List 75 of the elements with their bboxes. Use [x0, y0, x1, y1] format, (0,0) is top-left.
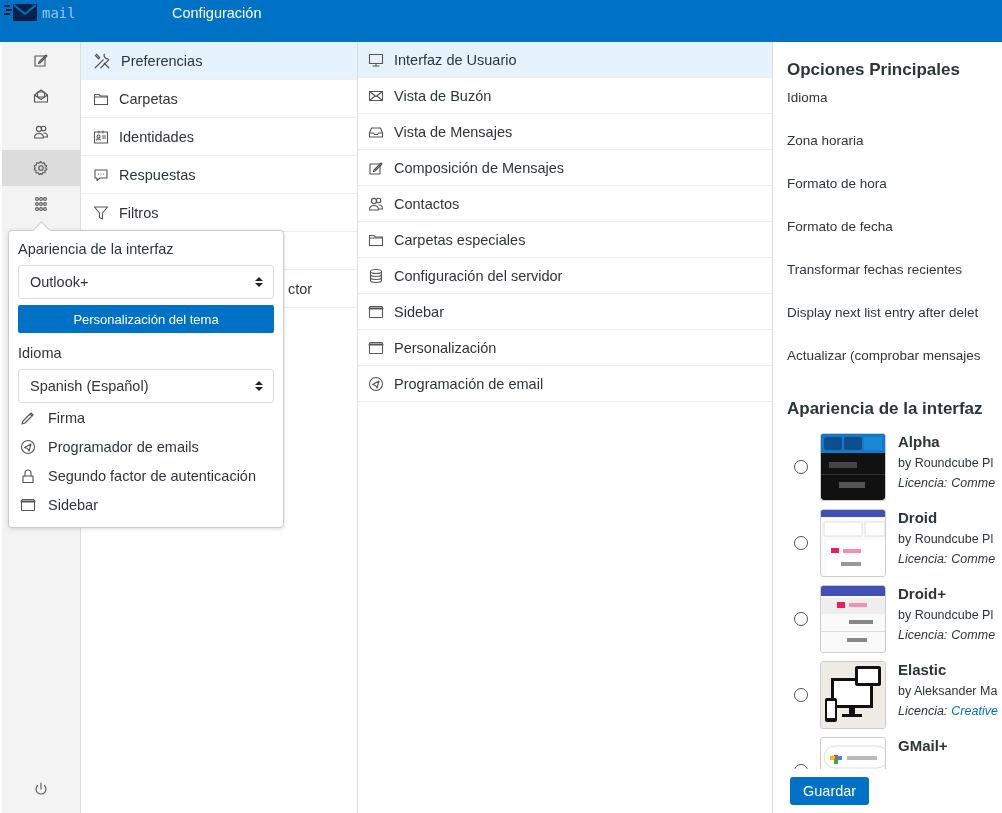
filter-icon: [93, 204, 109, 221]
people-icon: [33, 124, 49, 140]
section-item[interactable]: Carpetas: [81, 80, 357, 118]
license-link[interactable]: Creative: [951, 704, 998, 718]
license-label: Licencia:: [898, 552, 948, 566]
language-select[interactable]: Spanish (Español): [18, 369, 274, 403]
skin-select[interactable]: Outlook+: [18, 265, 274, 299]
window-icon: [20, 496, 36, 513]
theme-name: GMail+: [898, 737, 948, 754]
sort-caret-icon: [255, 380, 263, 392]
preference-item[interactable]: Configuración del servidor: [358, 258, 772, 294]
id-card-icon: [93, 128, 109, 145]
tools-icon: [93, 51, 111, 70]
option-label: Transformar fechas recientes: [787, 262, 964, 279]
option-label: Zona horaria: [787, 133, 865, 150]
theme-name: Droid: [898, 509, 939, 526]
menu-item[interactable]: Firma: [18, 403, 274, 432]
power-icon: [33, 781, 49, 797]
option-label: Actualizar (comprobar mensajes: [787, 348, 982, 365]
speech-bubble-icon: [93, 166, 109, 183]
preference-item[interactable]: Sidebar: [358, 294, 772, 330]
paper-plane-icon: [20, 438, 36, 455]
preference-item[interactable]: Personalización: [358, 330, 772, 366]
preference-item[interactable]: Vista de Mensajes: [358, 114, 772, 150]
license-label: Licencia:: [898, 476, 948, 490]
preference-item[interactable]: Programación de email: [358, 366, 772, 402]
preference-item[interactable]: Interfaz de Usuario: [358, 42, 772, 78]
monitor-icon: [368, 51, 384, 68]
license-text: Comme: [951, 552, 996, 566]
license-label: Licencia:: [898, 704, 948, 718]
settings-icon: [33, 160, 49, 176]
option-label: Idioma: [787, 90, 829, 107]
logo-text: mail: [42, 5, 76, 21]
paper-plane-icon: [368, 375, 384, 392]
theme-author: by Roundcube Pl: [898, 608, 995, 622]
option-label: Formato de hora: [787, 176, 888, 193]
field-label: Apariencia de la interfaz: [18, 241, 175, 257]
compose-icon: [33, 52, 49, 68]
field-label: Idioma: [18, 345, 63, 361]
people-icon: [368, 195, 384, 212]
section-item[interactable]: Identidades: [81, 118, 357, 156]
envelope-logo-icon: [4, 3, 38, 23]
window-icon: [368, 339, 384, 356]
theme-author: by Roundcube Pl: [898, 456, 995, 470]
section-heading: Apariencia de la interfaz: [787, 399, 984, 419]
database-icon: [368, 267, 384, 284]
apps-icon: [33, 196, 49, 212]
theme-author: by Roundcube Pl: [898, 532, 995, 546]
section-item[interactable]: Respuestas: [81, 156, 357, 194]
menu-item[interactable]: Programador de emails: [18, 432, 274, 461]
preference-item[interactable]: Contactos: [358, 186, 772, 222]
preference-item[interactable]: Vista de Buzón: [358, 78, 772, 114]
envelope-icon: [33, 88, 49, 104]
menu-item[interactable]: Segundo factor de autenticación: [18, 461, 274, 490]
section-heading: Opciones Principales: [787, 60, 961, 80]
theme-name: Droid+: [898, 585, 947, 602]
page-title: Configuración: [172, 4, 262, 21]
license-text: Comme: [951, 476, 996, 490]
sort-caret-icon: [255, 276, 263, 288]
preference-item[interactable]: Composición de Mensajes: [358, 150, 772, 186]
window-icon: [368, 303, 384, 320]
license-label: Licencia:: [898, 628, 948, 642]
theme-button[interactable]: Personalización del tema: [18, 305, 274, 333]
license-text: Comme: [951, 628, 996, 642]
section-item[interactable]: Preferencias: [81, 42, 357, 80]
menu-item[interactable]: Sidebar: [18, 490, 274, 519]
settings-button[interactable]: [2, 150, 80, 186]
preference-item[interactable]: Carpetas especiales: [358, 222, 772, 258]
option-label: Formato de fecha: [787, 219, 894, 236]
theme-author: by Aleksander Ma: [898, 684, 998, 698]
save-button[interactable]: Guardar: [790, 777, 870, 805]
option-label: Display next list entry after delet: [787, 305, 980, 322]
lock-icon: [20, 467, 36, 484]
theme-name: Alpha: [898, 433, 941, 450]
theme-name: Elastic: [898, 661, 948, 678]
